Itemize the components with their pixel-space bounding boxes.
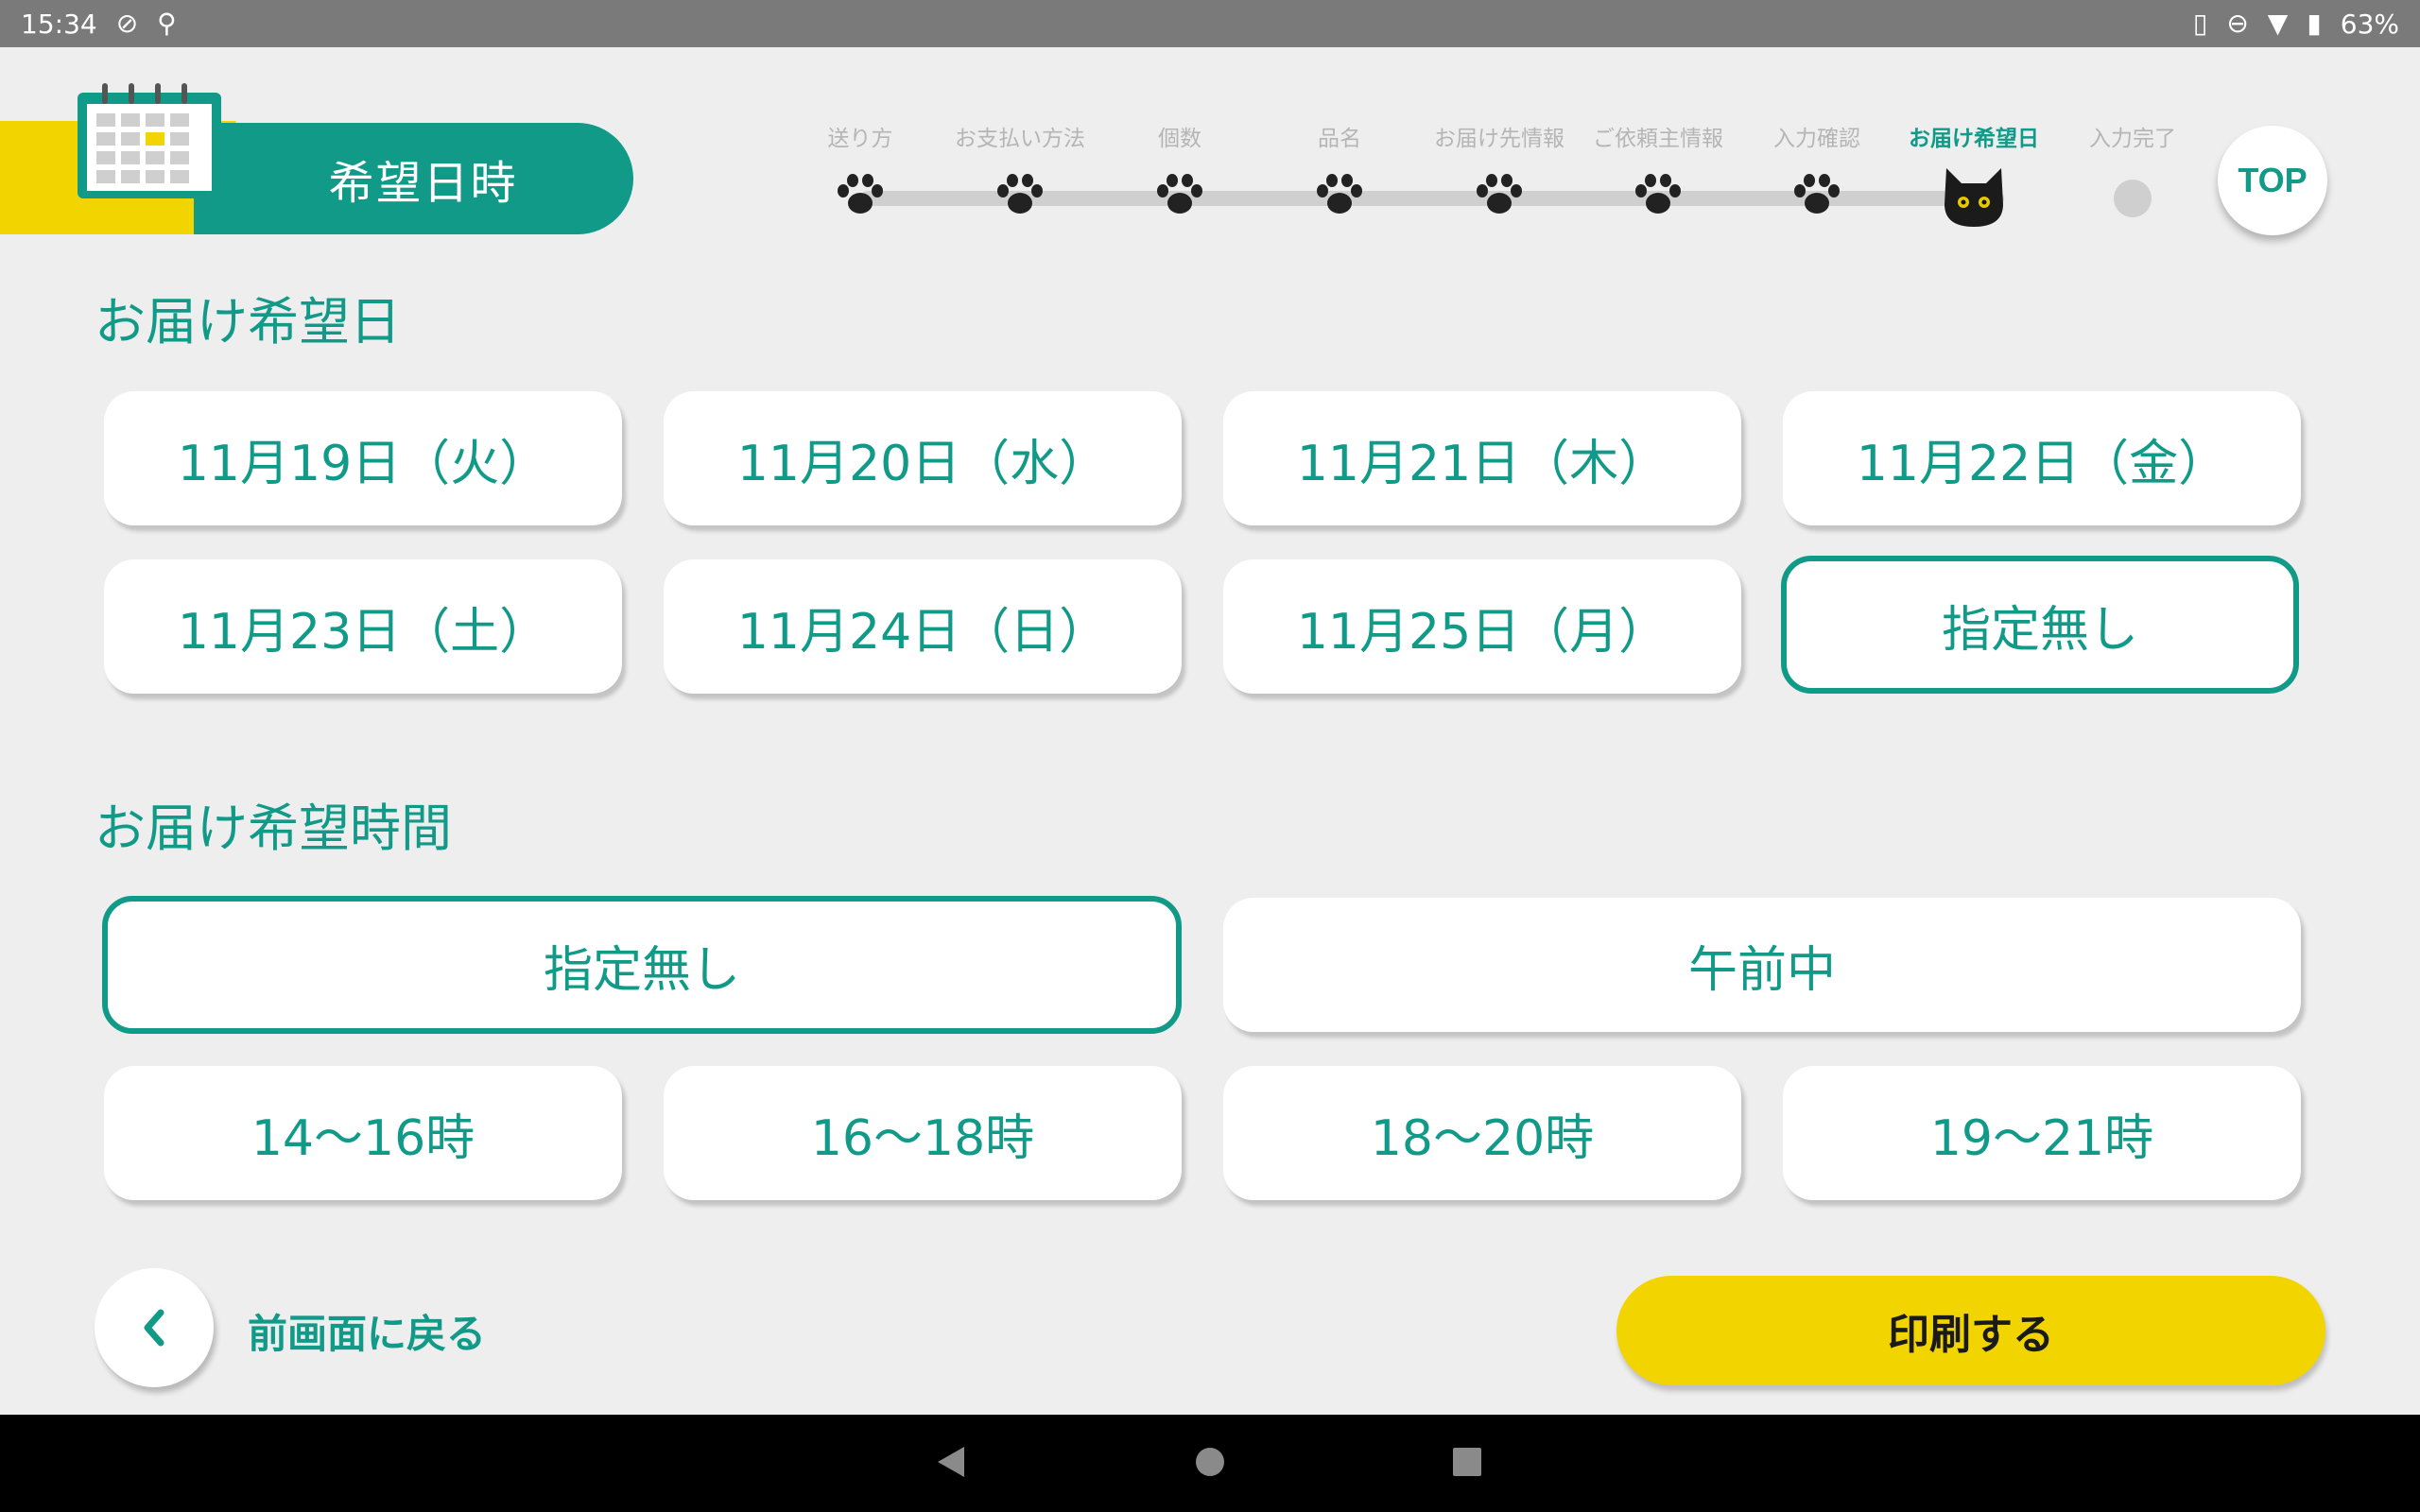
date-option-nov25[interactable]: 11月25日（月） [1223,559,1741,694]
progress-stepper: 送り方 お支払い方法 個数 品名 お届け先情報 ご依頼主情報 入力確認 お届け希… [813,123,2176,227]
step-complete: 入力完了 [2057,123,2208,217]
step-payment-method: お支払い方法 [944,123,1096,214]
date-option-nov24[interactable]: 11月24日（日） [664,559,1182,694]
back-label[interactable]: 前画面に戻る [248,1302,486,1360]
time-option-morning[interactable]: 午前中 [1223,898,2301,1032]
time-option-16-18[interactable]: 16〜18時 [664,1066,1182,1200]
back-button[interactable] [95,1268,214,1387]
date-option-nov20[interactable]: 11月20日（水） [664,391,1182,525]
page-title: 希望日時 [328,157,518,210]
location-icon: ⚲ [157,8,177,39]
date-option-nov19[interactable]: 11月19日（火） [104,391,622,525]
battery-level: 63% [2340,8,2399,40]
nav-recents-icon[interactable] [1448,1443,1486,1481]
time-option-unspecified[interactable]: 指定無し [102,896,1182,1034]
system-nav-bar [0,1415,2420,1512]
do-not-disturb-icon: ⊖ [2226,8,2249,39]
time-option-18-20[interactable]: 18〜20時 [1223,1066,1741,1200]
top-button[interactable]: TOP [2218,126,2327,235]
page-title-banner: 希望日時 [194,123,633,234]
time-option-14-16[interactable]: 14〜16時 [104,1066,622,1200]
step-recipient-info: お届け先情報 [1424,123,1575,214]
date-option-nov23[interactable]: 11月23日（土） [104,559,622,694]
battery-icon: ▮ [2307,8,2322,39]
step-send-method: 送り方 [785,123,936,214]
paw-icon [997,174,1043,214]
wifi-icon: ▼ [2267,8,2289,39]
date-option-nov22[interactable]: 11月22日（金） [1783,391,2301,525]
print-button[interactable]: 印刷する [1616,1276,2325,1385]
step-quantity: 個数 [1104,123,1255,214]
date-option-nov21[interactable]: 11月21日（木） [1223,391,1741,525]
paw-icon [1317,174,1362,214]
calendar-icon [78,83,221,198]
step-pending-dot [2114,180,2152,217]
delivery-time-title: お届け希望時間 [95,799,452,858]
step-item-name: 品名 [1264,123,1415,214]
paw-icon [1157,174,1202,214]
sync-off-icon: ⊘ [115,8,139,39]
paw-icon [1477,174,1522,214]
step-confirm: 入力確認 [1741,123,1893,214]
status-bar: 15:34 ⊘ ⚲ ▯ ⊖ ▼ ▮ 63% [0,0,2420,47]
paw-icon [1794,174,1840,214]
black-cat-icon [1945,168,2003,227]
date-option-unspecified[interactable]: 指定無し [1781,556,2299,694]
nav-back-icon[interactable] [932,1443,970,1481]
vibrate-icon: ▯ [2192,8,2208,39]
paw-icon [1635,174,1681,214]
time-option-19-21[interactable]: 19〜21時 [1783,1066,2301,1200]
status-time: 15:34 [21,8,97,40]
paw-icon [838,174,883,214]
nav-home-icon[interactable] [1191,1443,1229,1481]
delivery-date-title: お届け希望日 [95,292,401,352]
step-sender-info: ご依頼主情報 [1582,123,1734,214]
step-delivery-date: お届け希望日 [1898,123,2049,227]
chevron-left-icon [144,1309,164,1347]
